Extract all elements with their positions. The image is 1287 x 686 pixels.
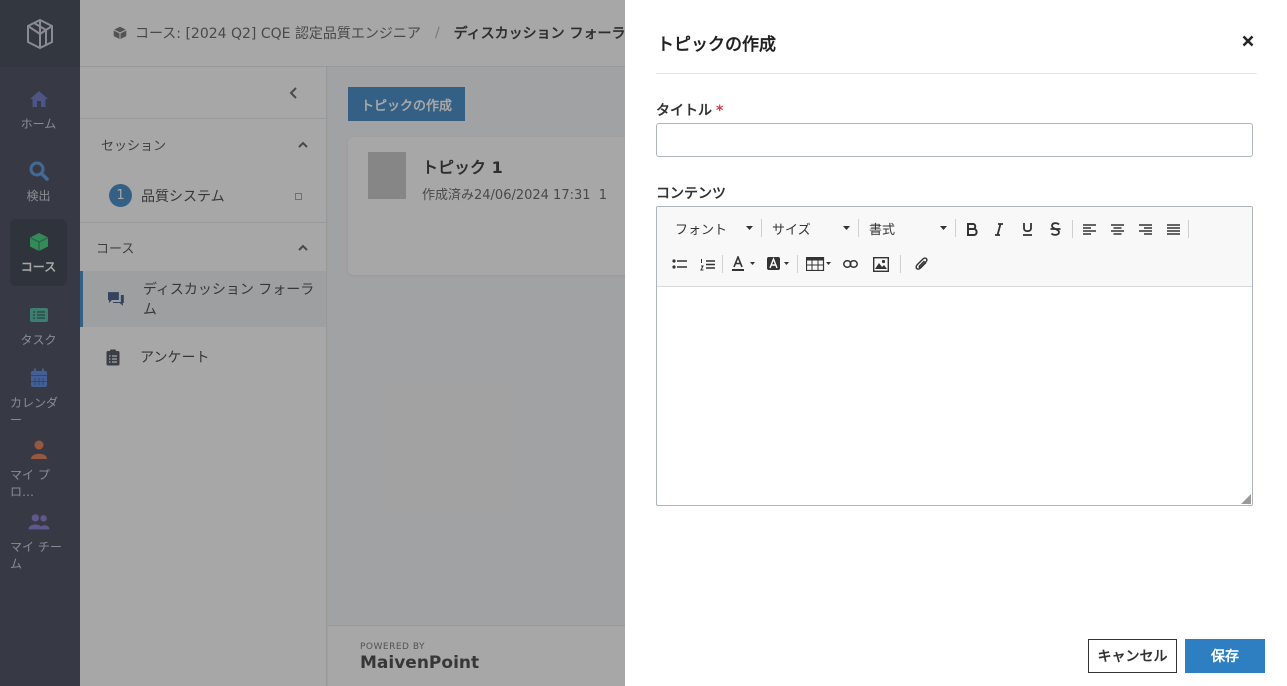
bold-button[interactable] [962, 219, 982, 239]
bold-icon [966, 222, 978, 236]
insert-link-button[interactable] [840, 254, 860, 274]
toolbar-separator [1072, 220, 1073, 238]
panel-title: トピックの作成 [657, 35, 776, 55]
align-justify-icon [1166, 223, 1180, 235]
text-color-icon [732, 256, 755, 271]
underline-icon [1022, 223, 1032, 236]
format-select-label: 書式 [869, 222, 896, 238]
align-right-icon [1138, 223, 1152, 235]
strikethrough-icon [1050, 222, 1060, 236]
insert-table-button[interactable] [805, 254, 833, 274]
image-icon [873, 256, 889, 272]
toolbar-separator [900, 255, 901, 273]
toolbar-separator [797, 255, 798, 273]
save-button[interactable]: 保存 [1185, 639, 1265, 673]
italic-icon [995, 222, 1003, 236]
font-size-select[interactable]: サイズ [772, 217, 850, 239]
create-topic-panel: トピックの作成 タイトル * コンテンツ フォント サイズ 書式 キャンセル 保… [625, 0, 1287, 686]
editor-toolbar: フォント サイズ 書式 [657, 207, 1252, 287]
toolbar-separator [722, 255, 723, 273]
link-icon [842, 260, 858, 268]
text-color-button[interactable] [731, 254, 757, 274]
toolbar-separator [858, 219, 859, 237]
background-color-button[interactable] [765, 254, 791, 274]
align-justify-button[interactable] [1163, 219, 1183, 239]
align-left-icon [1082, 223, 1096, 235]
resize-handle-icon[interactable] [1241, 494, 1251, 504]
strikethrough-button[interactable] [1045, 219, 1065, 239]
numbered-list-button[interactable] [697, 254, 717, 274]
italic-button[interactable] [989, 219, 1009, 239]
title-field-label: タイトル * [656, 100, 723, 120]
paperclip-icon [914, 257, 928, 270]
font-family-select[interactable]: フォント [675, 217, 753, 239]
insert-image-button[interactable] [871, 254, 891, 274]
close-icon [1242, 35, 1254, 47]
bullet-list-button[interactable] [669, 254, 689, 274]
rich-text-editor: フォント サイズ 書式 [656, 206, 1253, 506]
size-select-label: サイズ [772, 222, 811, 238]
numbered-list-icon [699, 258, 715, 270]
underline-button[interactable] [1017, 219, 1037, 239]
caret-down-icon [940, 226, 947, 230]
toolbar-separator [761, 219, 762, 237]
toolbar-separator [955, 219, 956, 237]
panel-divider [656, 73, 1257, 74]
caret-down-icon [746, 226, 753, 230]
bullet-list-icon [671, 259, 687, 269]
caret-down-icon [843, 226, 850, 230]
toolbar-separator [1188, 220, 1189, 238]
content-field-label: コンテンツ [656, 186, 726, 202]
title-label-text: タイトル [656, 103, 712, 119]
table-icon [806, 257, 831, 271]
attach-file-button[interactable] [911, 254, 931, 274]
cancel-button[interactable]: キャンセル [1088, 639, 1177, 673]
close-button[interactable] [1237, 30, 1259, 52]
align-left-button[interactable] [1079, 219, 1099, 239]
align-center-icon [1110, 223, 1124, 235]
background-color-icon [767, 257, 789, 270]
align-center-button[interactable] [1107, 219, 1127, 239]
editor-content-area[interactable] [657, 287, 1252, 505]
font-select-label: フォント [675, 222, 728, 238]
required-asterisk: * [716, 103, 724, 119]
format-select[interactable]: 書式 [869, 217, 947, 239]
align-right-button[interactable] [1135, 219, 1155, 239]
title-input[interactable] [656, 123, 1253, 157]
